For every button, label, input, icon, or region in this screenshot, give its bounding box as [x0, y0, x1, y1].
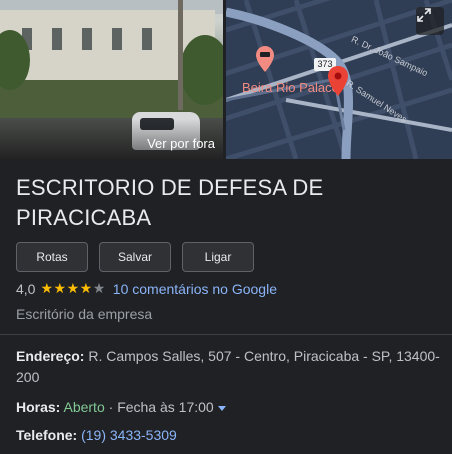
address-row: Endereço: R. Campos Salles, 507 - Centro… — [16, 346, 441, 388]
directions-button[interactable]: Rotas — [16, 242, 88, 272]
hours-separator: · — [108, 399, 114, 415]
expand-map-button[interactable] — [416, 7, 444, 35]
open-status: Aberto — [63, 399, 105, 415]
window — [112, 28, 122, 50]
media-strip: Ver por fora R. Dr. João Sampaio R. Samu… — [0, 0, 452, 159]
rating-row: 4,0 ★★★★★ 10 comentários no Google — [16, 280, 277, 297]
phone-row: Telefone: (19) 3433-5309 — [16, 425, 441, 446]
star-empty-icon: ★ — [92, 280, 106, 296]
location-marker-icon — [328, 66, 348, 96]
star-icon: ★ — [53, 280, 67, 296]
address-label: Endereço: — [16, 348, 85, 364]
street-view-caption[interactable]: Ver por fora — [147, 136, 215, 151]
star-icon: ★ — [79, 280, 93, 296]
place-category: Escritório da empresa — [16, 306, 153, 322]
star-icon: ★ — [40, 280, 54, 296]
utility-pole — [178, 0, 183, 110]
place-title: ESCRITORIO DE DEFESA DE PIRACICABA — [16, 175, 324, 230]
closing-time: Fecha às 17:00 — [117, 399, 214, 415]
hotel-label: Beira Rio Palace — [242, 80, 339, 95]
street-view-photo[interactable]: Ver por fora — [0, 0, 223, 159]
phone-label: Telefone: — [16, 427, 78, 443]
expand-icon — [417, 8, 431, 22]
save-button[interactable]: Salvar — [99, 242, 171, 272]
tree — [180, 35, 223, 105]
star-rating: ★★★★★ — [40, 280, 105, 297]
hours-label: Horas: — [16, 399, 61, 415]
divider — [0, 334, 452, 335]
star-icon: ★ — [66, 280, 80, 296]
map-thumbnail[interactable]: R. Dr. João Sampaio R. Samuel Neves 373 … — [226, 0, 452, 159]
reviews-link[interactable]: 10 comentários no Google — [113, 281, 277, 297]
window — [142, 28, 152, 50]
hotel-pin-icon — [256, 46, 274, 72]
call-button[interactable]: Ligar — [182, 242, 254, 272]
rating-value: 4,0 — [16, 280, 36, 297]
caret-down-icon[interactable] — [217, 405, 226, 411]
window — [82, 28, 92, 50]
action-buttons: Rotas Salvar Ligar — [16, 242, 254, 272]
phone-link[interactable]: (19) 3433-5309 — [81, 427, 177, 443]
window — [52, 28, 62, 50]
hours-row[interactable]: Horas: Aberto · Fecha às 17:00 — [16, 397, 441, 418]
